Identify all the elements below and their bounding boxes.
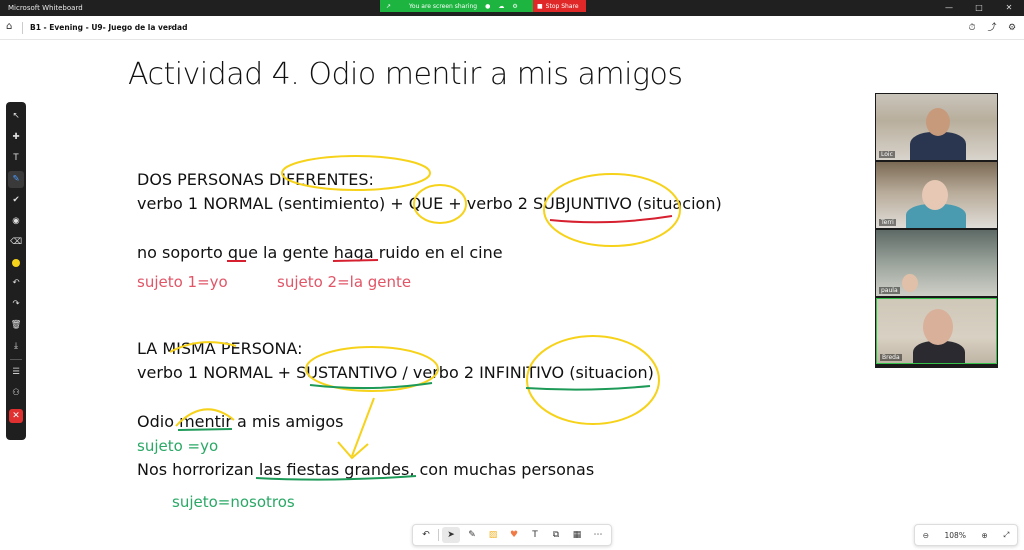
section1-heading: DOS PERSONAS DIFERENTES:	[137, 170, 374, 189]
trash-icon[interactable]: 🗑	[8, 317, 24, 334]
video-tile[interactable]: Loic	[876, 94, 997, 160]
stop-share-label: Stop Share	[545, 2, 579, 10]
toolbar-divider	[438, 529, 439, 541]
example2-sentence: Odio mentir a mis amigos	[137, 412, 344, 431]
underline-subjuntivo	[549, 215, 673, 224]
arrow-head	[337, 441, 369, 460]
section1-formula: verbo 1 NORMAL (sentimiento) + QUE + ver…	[137, 194, 722, 213]
mic-icon[interactable]: ●	[485, 3, 490, 10]
example3-sentence: Nos horrorizan las fiestas grandes, con …	[137, 460, 595, 479]
timer-icon[interactable]: ⏱	[964, 20, 980, 36]
window-controls: — □ ✕	[934, 0, 1024, 16]
example1-sentence: no soporto que la gente haga ruido en el…	[137, 243, 503, 262]
minimize-button[interactable]: —	[934, 0, 964, 16]
participants-icon[interactable]: ⚇	[8, 385, 24, 402]
settings-icon[interactable]: ⚙	[512, 3, 517, 10]
close-window-button[interactable]: ✕	[994, 0, 1024, 16]
text-tool-icon[interactable]: T	[8, 150, 24, 167]
board-name[interactable]: B1 - Evening - U9- Juego de la verdad	[30, 23, 188, 32]
templates-icon[interactable]: ▦	[568, 527, 586, 543]
video-tile[interactable]: Terri	[876, 162, 997, 228]
participant-video	[910, 132, 966, 160]
home-icon[interactable]: ⌂	[6, 21, 18, 33]
participant-name: Terri	[879, 219, 896, 226]
zoom-controls: ⊖ 108% ⊕ ⤢	[914, 524, 1018, 546]
zoom-in-icon[interactable]: ⊕	[981, 531, 987, 540]
reaction-icon[interactable]: ♥	[505, 527, 523, 543]
video-tile[interactable]: Breda	[876, 298, 997, 364]
subject3-note: sujeto =yo	[137, 437, 219, 455]
zoom-out-icon[interactable]: ⊖	[923, 531, 929, 540]
toolbar-right-actions: ⏱ ⤴ ⚙	[964, 20, 1020, 36]
pen-tool-icon[interactable]: ✎	[8, 171, 24, 188]
select-tool-icon[interactable]: ↖	[8, 108, 24, 125]
video-gallery: Loic Terri paula Breda	[875, 93, 998, 368]
sticky-note-icon[interactable]: ▨	[484, 527, 502, 543]
pan-tool-icon[interactable]: ✚	[8, 129, 24, 146]
tool-divider	[10, 359, 22, 360]
spotlight-tool-icon[interactable]: ◉	[8, 213, 24, 230]
arrow-stroke	[351, 397, 375, 457]
stop-share-button[interactable]: ■ Stop Share	[533, 0, 586, 12]
settings-icon[interactable]: ⚙	[1004, 20, 1020, 36]
zoom-level[interactable]: 108%	[945, 531, 966, 540]
video-tile[interactable]: paula	[876, 230, 997, 296]
menu-icon[interactable]: ☰	[8, 364, 24, 381]
subject2-note: sujeto 2=la gente	[277, 273, 412, 291]
pen-icon[interactable]: ✎	[463, 527, 481, 543]
redo-icon[interactable]: ↷	[8, 296, 24, 313]
app-toolbar: ⌂ B1 - Evening - U9- Juego de la verdad …	[0, 16, 1024, 40]
subject1-note: sujeto 1=yo	[137, 273, 228, 291]
participant-face	[923, 309, 953, 345]
screen-share-text: You are screen sharing	[409, 2, 478, 10]
save-icon[interactable]: ⤓	[8, 338, 24, 355]
more-icon[interactable]: ⋯	[589, 527, 607, 543]
participant-face	[902, 274, 918, 292]
select-icon[interactable]: ➤	[442, 527, 460, 543]
undo-icon[interactable]: ↶	[8, 275, 24, 292]
subject4-note: sujeto=nosotros	[172, 493, 295, 511]
screen-share-bar: ↗ You are screen sharing ● ☁ ⚙ ■ Stop Sh…	[380, 0, 586, 12]
cloud-icon[interactable]: ☁	[498, 3, 504, 10]
undo-icon[interactable]: ↶	[417, 527, 435, 543]
underline-sustantivo	[309, 382, 433, 390]
pen-color-swatch[interactable]	[12, 259, 20, 267]
stop-icon: ■	[537, 2, 543, 10]
underline-infinitivo	[525, 385, 651, 391]
participant-face	[922, 180, 948, 210]
toolbar-divider	[22, 22, 23, 34]
check-tool-icon[interactable]: ✔	[8, 192, 24, 209]
chevron-down-icon[interactable]: ⌄	[167, 22, 174, 31]
left-tool-panel: ↖ ✚ T ✎ ✔ ◉ ⌫ ↶ ↷ 🗑 ⤓ ☰ ⚇ ✕	[6, 102, 26, 440]
section2-formula: verbo 1 NORMAL + SUSTANTIVO / verbo 2 IN…	[137, 363, 654, 382]
participant-face	[926, 108, 950, 136]
share-icon: ↗	[386, 2, 392, 10]
close-tools-icon[interactable]: ✕	[9, 409, 23, 423]
fit-to-screen-icon[interactable]: ⤢	[1003, 530, 1009, 540]
participant-name: Breda	[880, 354, 902, 361]
participant-name: paula	[879, 287, 900, 294]
eraser-tool-icon[interactable]: ⌫	[8, 234, 24, 251]
whiteboard-canvas[interactable]: Actividad 4. Odio mentir a mis amigos DO…	[0, 40, 1024, 550]
share-board-icon[interactable]: ⤴	[984, 20, 1000, 36]
title-bar: Microsoft Whiteboard ↗ You are screen sh…	[0, 0, 1024, 16]
screen-share-status[interactable]: ↗ You are screen sharing ● ☁ ⚙	[380, 0, 533, 12]
shapes-icon[interactable]: ⧉	[547, 527, 565, 543]
participant-name: Loic	[879, 151, 895, 158]
maximize-button[interactable]: □	[964, 0, 994, 16]
board-title: Actividad 4. Odio mentir a mis amigos	[128, 57, 683, 92]
app-title: Microsoft Whiteboard	[8, 4, 83, 12]
section2-heading: LA MISMA PERSONA:	[137, 339, 303, 358]
text-icon[interactable]: T	[526, 527, 544, 543]
bottom-toolbar: ↶ ➤ ✎ ▨ ♥ T ⧉ ▦ ⋯	[412, 524, 612, 546]
